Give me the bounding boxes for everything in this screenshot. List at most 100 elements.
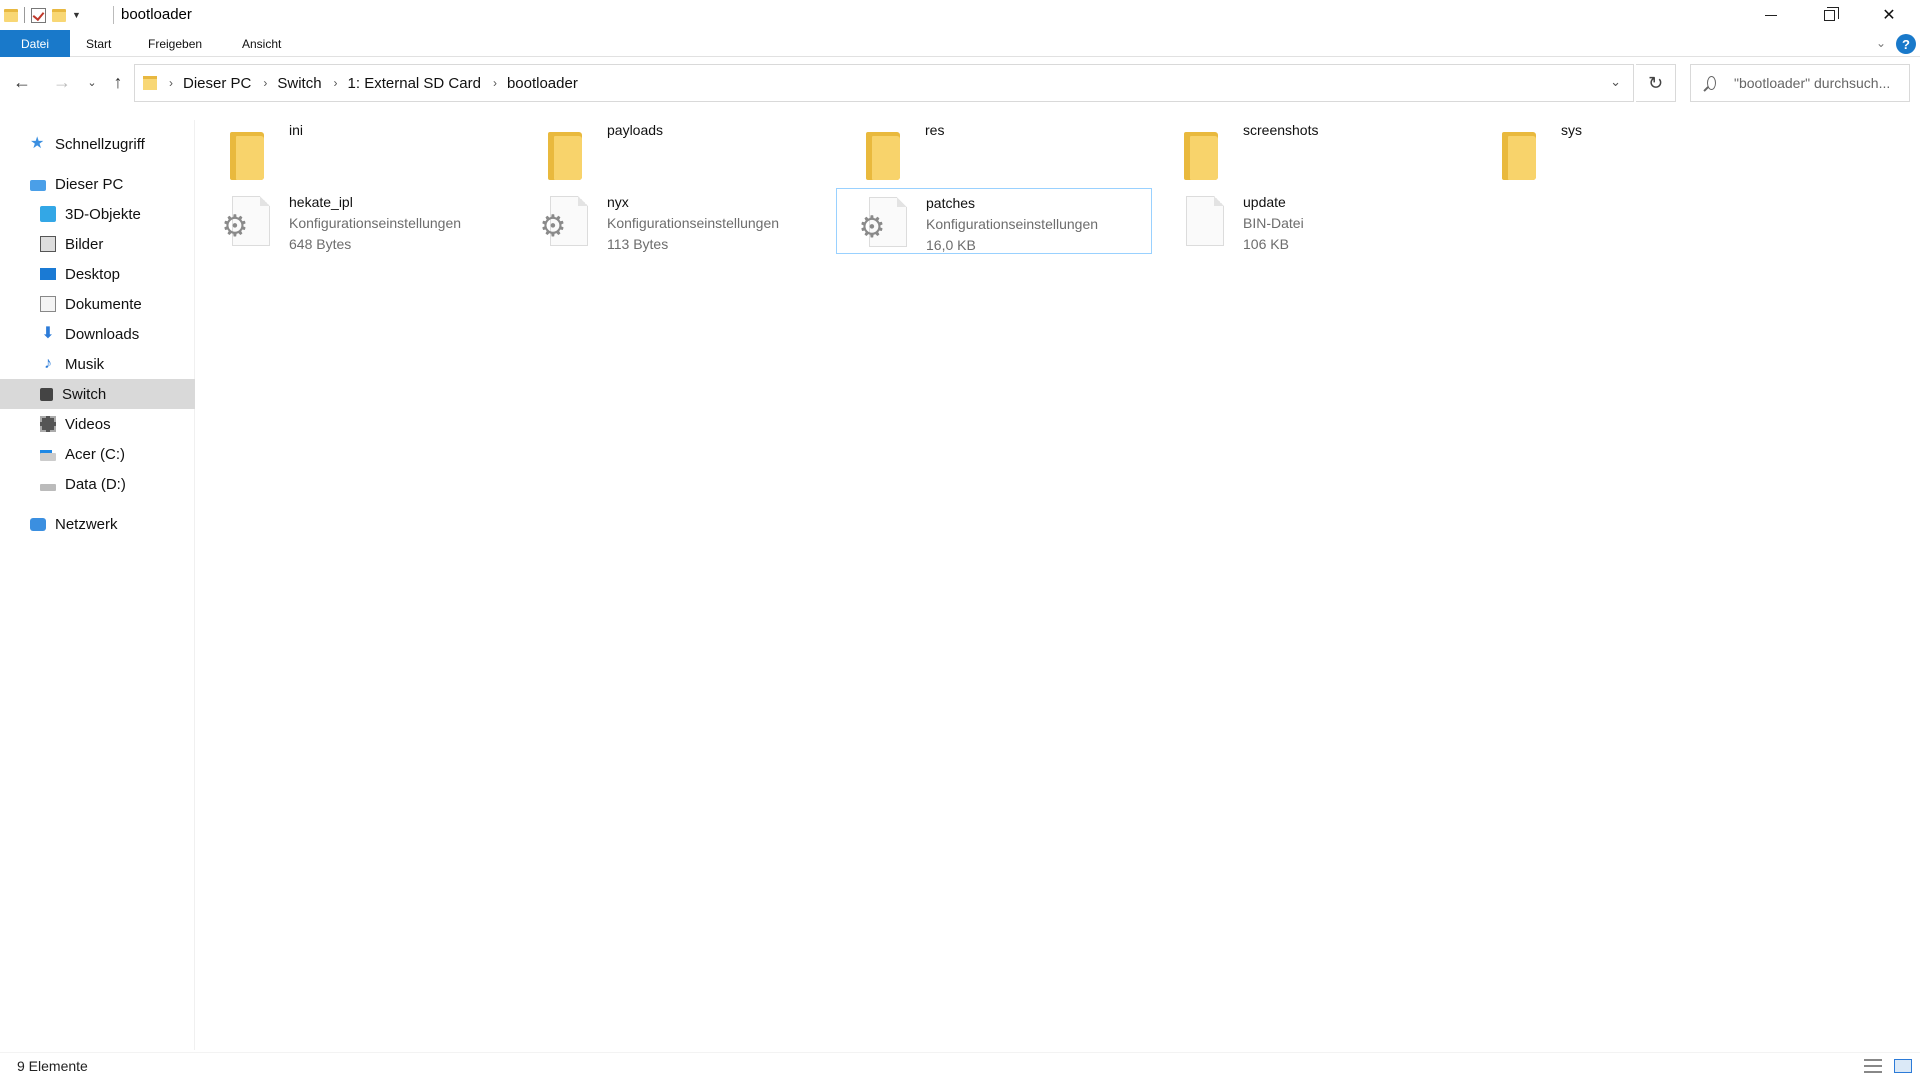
file-item-nyx[interactable]: ⚙ nyx Konfigurationseinstellungen 113 By…: [518, 188, 834, 254]
desktop-icon: [40, 268, 56, 280]
item-name: payloads: [607, 122, 664, 138]
help-icon[interactable]: ?: [1896, 34, 1916, 54]
sidebar-item-label: Musik: [65, 355, 105, 373]
refresh-button[interactable]: ↻: [1636, 64, 1676, 102]
sidebar-item-label: 3D-Objekte: [65, 205, 141, 223]
folder-item-ini[interactable]: ini: [200, 116, 516, 182]
documents-icon: [40, 296, 56, 312]
folder-item-res[interactable]: res: [836, 116, 1152, 182]
breadcrumb-dieser-pc[interactable]: Dieser PC: [183, 75, 251, 92]
sidebar-item-3d-objekte[interactable]: 3D-Objekte: [0, 199, 195, 229]
toolbar-separator: [24, 7, 25, 23]
window-title: bootloader: [121, 6, 192, 23]
sidebar-item-dokumente[interactable]: Dokumente: [0, 289, 195, 319]
forward-button[interactable]: →: [50, 70, 74, 94]
item-type: Konfigurationseinstellungen: [607, 215, 780, 231]
tab-ansicht[interactable]: Ansicht: [228, 30, 295, 57]
file-item-update[interactable]: update BIN-Datei 106 KB: [1154, 188, 1470, 254]
title-separator: [113, 6, 114, 24]
tab-freigeben[interactable]: Freigeben: [134, 30, 216, 57]
item-size: 16,0 KB: [926, 237, 976, 253]
arrow-right-icon: →: [53, 71, 71, 92]
sidebar-item-label: Downloads: [65, 325, 140, 343]
gear-icon: ⚙: [539, 210, 567, 243]
folder-icon: [4, 8, 18, 22]
folder-icon: [143, 76, 157, 90]
file-list: ini payloads res screenshots sys ⚙ hekat…: [200, 108, 1920, 1048]
folder-item-screenshots[interactable]: screenshots: [1154, 116, 1470, 182]
file-item-hekate-ipl[interactable]: ⚙ hekate_ipl Konfigurationseinstellungen…: [200, 188, 516, 254]
folder-icon: [230, 132, 264, 180]
breadcrumb-sd-card[interactable]: 1: External SD Card: [348, 75, 481, 92]
breadcrumb-bootloader[interactable]: bootloader: [507, 75, 578, 92]
chevron-right-icon[interactable]: ›: [334, 76, 338, 90]
item-size: 113 Bytes: [607, 236, 669, 252]
item-type: Konfigurationseinstellungen: [926, 216, 1099, 232]
address-bar[interactable]: › Dieser PC › Switch › 1: External SD Ca…: [134, 64, 1634, 102]
minimize-icon: [1765, 14, 1777, 16]
folder-item-sys[interactable]: sys: [1472, 116, 1788, 182]
new-folder-icon[interactable]: [52, 8, 66, 22]
folder-icon: [1502, 132, 1536, 180]
chevron-right-icon[interactable]: ›: [263, 76, 267, 90]
sidebar-item-label: Netzwerk: [55, 515, 118, 533]
item-type: BIN-Datei: [1243, 215, 1304, 231]
navigation-pane: ★ Schnellzugriff Dieser PC 3D-Objekte Bi…: [0, 120, 195, 1050]
restore-button[interactable]: [1800, 0, 1858, 30]
item-size: 106 KB: [1243, 236, 1289, 252]
properties-icon[interactable]: [31, 7, 46, 23]
sidebar-item-label: Switch: [62, 385, 107, 403]
sidebar-item-musik[interactable]: ♪ Musik: [0, 349, 195, 379]
breadcrumb-switch[interactable]: Switch: [277, 75, 321, 92]
close-button[interactable]: ✕: [1858, 0, 1920, 30]
tab-datei[interactable]: Datei: [0, 30, 70, 57]
sidebar-item-label: Bilder: [65, 235, 104, 253]
sidebar-item-dieser-pc[interactable]: Dieser PC: [0, 169, 195, 199]
customize-toolbar-chevron-icon[interactable]: ▼: [72, 10, 81, 20]
item-type: Konfigurationseinstellungen: [289, 215, 462, 231]
pictures-icon: [40, 236, 56, 252]
file-item-patches[interactable]: ⚙ patches Konfigurationseinstellungen 16…: [836, 188, 1152, 254]
chevron-right-icon[interactable]: ›: [493, 76, 497, 90]
sidebar-item-desktop[interactable]: Desktop: [0, 259, 195, 289]
gear-icon: ⚙: [221, 210, 249, 243]
sidebar-item-bilder[interactable]: Bilder: [0, 229, 195, 259]
item-name: hekate_ipl: [289, 194, 353, 210]
sidebar-item-switch[interactable]: Switch: [0, 379, 195, 409]
computer-icon: [30, 179, 46, 191]
minimize-button[interactable]: [1742, 0, 1800, 30]
sidebar-item-videos[interactable]: Videos: [0, 409, 195, 439]
address-history-chevron-icon[interactable]: ⌄: [1610, 74, 1621, 90]
sidebar-item-label: Videos: [65, 415, 111, 433]
sidebar-item-data-d[interactable]: Data (D:): [0, 469, 195, 499]
item-name: screenshots: [1243, 122, 1319, 138]
network-icon: [30, 517, 46, 531]
back-button[interactable]: ←: [10, 70, 34, 94]
expand-ribbon-chevron-icon[interactable]: ⌄: [1876, 36, 1886, 50]
blank-file-icon: [1186, 196, 1224, 246]
up-button[interactable]: ↑: [106, 70, 130, 94]
chevron-right-icon[interactable]: ›: [169, 76, 173, 90]
sidebar-item-acer-c[interactable]: Acer (C:): [0, 439, 195, 469]
item-count: 9 Elemente: [17, 1058, 88, 1074]
sidebar-item-label: Dieser PC: [55, 175, 124, 193]
sidebar-item-schnellzugriff[interactable]: ★ Schnellzugriff: [0, 129, 195, 159]
tab-start[interactable]: Start: [72, 30, 125, 57]
item-name: res: [925, 122, 945, 138]
search-icon: [1707, 76, 1716, 90]
quick-access-toolbar: ▼: [4, 4, 81, 26]
tiles-view-icon[interactable]: [1894, 1059, 1912, 1073]
item-name: update: [1243, 194, 1286, 210]
folder-icon: [1184, 132, 1218, 180]
restore-icon: [1823, 6, 1839, 21]
search-box[interactable]: [1690, 64, 1910, 102]
recent-locations-button[interactable]: ⌄: [80, 70, 104, 94]
details-view-icon[interactable]: [1864, 1059, 1882, 1073]
sidebar-item-label: Dokumente: [65, 295, 142, 313]
drive-c-icon: [40, 453, 56, 461]
sidebar-item-netzwerk[interactable]: Netzwerk: [0, 509, 195, 539]
sidebar-item-downloads[interactable]: ⬇ Downloads: [0, 319, 195, 349]
search-input[interactable]: [1734, 75, 1909, 91]
folder-item-payloads[interactable]: payloads: [518, 116, 834, 182]
sidebar-item-label: Data (D:): [65, 475, 126, 493]
